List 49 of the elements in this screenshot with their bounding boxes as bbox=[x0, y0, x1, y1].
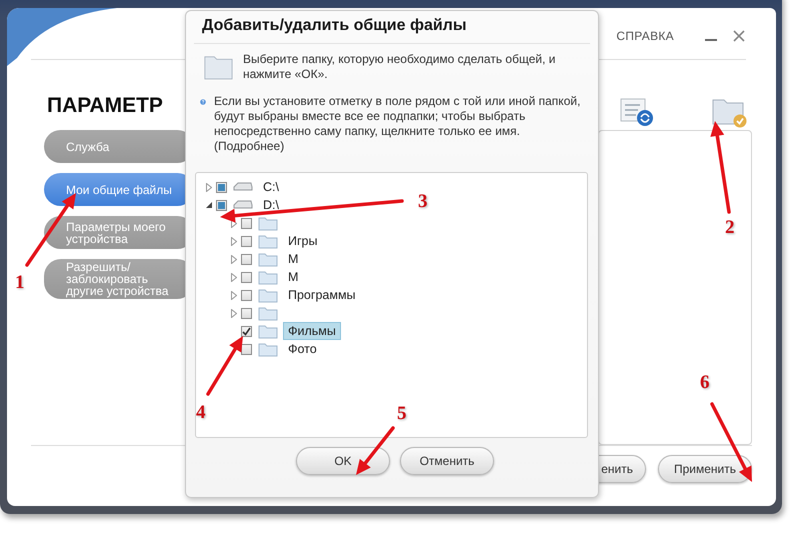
dialog-button[interactable]: OK bbox=[296, 447, 390, 475]
checkbox[interactable] bbox=[241, 344, 252, 354]
help-link[interactable]: СПРАВКА bbox=[616, 28, 674, 42]
step-number: 2 bbox=[725, 217, 734, 239]
folder-icon bbox=[258, 252, 278, 266]
footer-button[interactable]: Применить bbox=[658, 455, 752, 483]
drive-icon bbox=[233, 200, 253, 210]
page-title: ПАРАМЕТР bbox=[47, 94, 163, 118]
checkbox[interactable] bbox=[241, 326, 252, 336]
dialog-button[interactable]: Отменить bbox=[400, 447, 494, 475]
checkbox[interactable] bbox=[216, 200, 227, 210]
drive-icon bbox=[233, 182, 253, 192]
step-number: 5 bbox=[397, 403, 406, 425]
arrow bbox=[356, 426, 395, 475]
collapse-arrow-icon[interactable] bbox=[206, 202, 212, 208]
tree-item[interactable]: Программы bbox=[283, 286, 361, 304]
tree-item[interactable]: Игры bbox=[283, 232, 322, 250]
checkbox[interactable] bbox=[241, 218, 252, 228]
folder-icon bbox=[258, 270, 278, 284]
folder-icon bbox=[258, 288, 278, 302]
close-icon[interactable] bbox=[732, 28, 746, 42]
folder-icon bbox=[258, 216, 278, 230]
tree-item[interactable]: Фильмы bbox=[283, 322, 341, 340]
checkbox[interactable] bbox=[241, 308, 252, 318]
step-number: 3 bbox=[418, 191, 428, 213]
checkbox[interactable] bbox=[241, 290, 252, 300]
hint-text: Если вы установите отметку в поле рядом с той или иной папкой, будут выбраны вместе все ее подпапки; чтобы выбрать непосредственно саму папку, щелкните только ее имя. bbox=[214, 94, 582, 139]
checkbox[interactable] bbox=[241, 254, 252, 264]
arrow bbox=[206, 336, 243, 396]
tree-item[interactable]: М bbox=[283, 268, 304, 286]
folder-icon bbox=[258, 324, 278, 338]
tree-item[interactable]: C:\ bbox=[258, 178, 284, 196]
folder-icon bbox=[258, 234, 278, 248]
step-number: 4 bbox=[196, 402, 206, 424]
tree-item[interactable]: М bbox=[283, 250, 304, 268]
checkbox[interactable] bbox=[241, 236, 252, 246]
device-list-icon[interactable] bbox=[620, 97, 654, 127]
expand-arrow-icon[interactable] bbox=[206, 182, 212, 192]
step-number: 1 bbox=[15, 272, 24, 294]
more-link[interactable]: (Подробнее) bbox=[214, 139, 584, 154]
tree-item[interactable]: Фото bbox=[283, 340, 322, 358]
instruction-text: Выберите папку, которую необходимо сделать общей, и нажмите «ОК». bbox=[242, 52, 556, 82]
dialog-title: Добавить/удалить общие файлы bbox=[194, 11, 590, 44]
step-number: 6 bbox=[700, 372, 710, 394]
folder-icon bbox=[258, 342, 278, 356]
checkbox[interactable] bbox=[241, 272, 252, 282]
tree-item[interactable]: D:\ bbox=[258, 196, 284, 214]
checkbox[interactable] bbox=[216, 182, 227, 192]
folder-icon bbox=[258, 306, 278, 320]
